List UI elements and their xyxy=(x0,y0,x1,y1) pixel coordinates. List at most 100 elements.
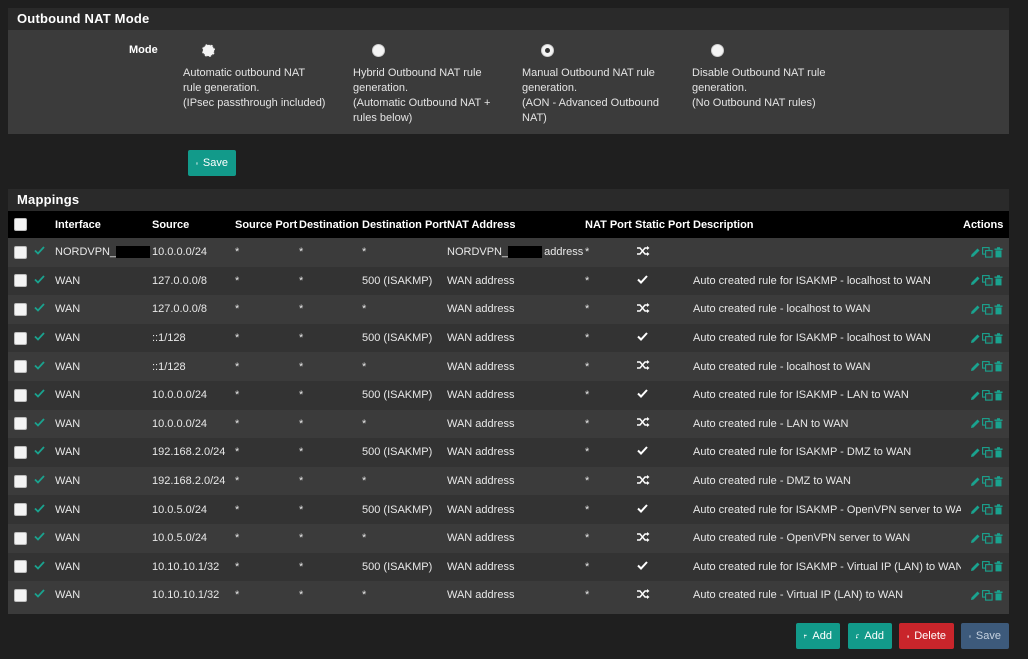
copy-icon[interactable] xyxy=(982,447,993,458)
edit-pencil-icon[interactable] xyxy=(970,361,981,372)
edit-pencil-icon[interactable] xyxy=(970,590,981,601)
edit-pencil-icon[interactable] xyxy=(970,476,981,487)
delete-trash-icon[interactable] xyxy=(994,475,1003,487)
save-button[interactable]: Save xyxy=(961,623,1009,649)
edit-pencil-icon[interactable] xyxy=(970,418,981,429)
row-checkbox[interactable] xyxy=(14,388,27,402)
col-static-port[interactable]: Static Port xyxy=(633,211,691,238)
row-checkbox[interactable] xyxy=(14,302,27,316)
edit-pencil-icon[interactable] xyxy=(970,561,981,572)
edit-pencil-icon[interactable] xyxy=(970,447,981,458)
description-cell: Auto created rule for ISAKMP - LAN to WA… xyxy=(691,381,961,410)
copy-icon[interactable] xyxy=(982,418,993,430)
edit-pencil-icon[interactable] xyxy=(970,390,981,401)
row-checkbox[interactable] xyxy=(14,274,27,288)
col-nat-port[interactable]: NAT Port xyxy=(583,211,633,238)
table-row[interactable]: WAN 10.0.5.0/24 * * * WAN address * Auto create… xyxy=(8,523,1009,553)
table-row[interactable]: WAN 10.10.10.1/32 * * * WAN address * Auto crea… xyxy=(8,581,1009,610)
delete-trash-icon[interactable] xyxy=(994,275,1003,286)
edit-pencil-icon[interactable] xyxy=(970,275,981,286)
mode-option-0[interactable]: Automatic outbound NAT rule generation. (I… xyxy=(183,44,348,111)
row-checkbox[interactable] xyxy=(14,531,27,545)
nat-port-value: * xyxy=(585,532,590,545)
mode-radio-1[interactable] xyxy=(372,44,385,57)
delete-trash-icon[interactable] xyxy=(994,304,1003,315)
col-interface[interactable]: Interface xyxy=(53,211,150,238)
row-checkbox[interactable] xyxy=(14,474,27,488)
delete-trash-icon[interactable] xyxy=(994,447,1003,458)
copy-icon[interactable] xyxy=(982,332,993,344)
destination-port-cell: 500 (ISAKMP) xyxy=(360,553,445,582)
copy-icon[interactable] xyxy=(982,532,993,544)
mode-option-text: generation. xyxy=(522,82,578,94)
edit-pencil-icon[interactable] xyxy=(970,533,981,544)
table-row[interactable]: WAN 10.0.0.0/24 * * * WAN address * Auto create… xyxy=(8,409,1009,439)
table-row[interactable]: WAN 192.168.2.0/24 * * 500 (ISAKMP) WAN addre… xyxy=(8,438,1009,467)
delete-trash-icon[interactable] xyxy=(994,332,1003,344)
table-row[interactable]: WAN::1/128 * * * WAN address * Auto created ru… xyxy=(8,352,1009,381)
table-row[interactable]: WAN 127.0.0.0/8 * * 500 (ISAKMP) WAN address *… xyxy=(8,266,1009,296)
table-row[interactable]: WAN 127.0.0.0/8 * * * WAN address * Auto create… xyxy=(8,295,1009,324)
row-checkbox[interactable] xyxy=(14,503,27,517)
table-row[interactable]: WAN 10.0.0.0/24 * * 500 (ISAKMP) WAN address *… xyxy=(8,380,1009,410)
mode-option-2[interactable]: Manual Outbound NAT rule generation. (AON … xyxy=(522,44,687,126)
delete-trash-icon[interactable] xyxy=(994,532,1003,544)
copy-icon[interactable] xyxy=(982,304,993,315)
copy-icon[interactable] xyxy=(982,589,993,601)
edit-pencil-icon[interactable] xyxy=(970,304,981,315)
delete-trash-icon[interactable] xyxy=(994,361,1003,372)
delete-trash-icon[interactable] xyxy=(994,590,1003,601)
row-select-cell xyxy=(8,410,32,439)
row-checkbox[interactable] xyxy=(14,417,27,431)
delete-trash-icon[interactable] xyxy=(994,504,1003,515)
table-row[interactable]: WAN 192.168.2.0/24 * * * WAN address * Auto cre… xyxy=(8,466,1009,496)
row-checkbox[interactable] xyxy=(14,331,27,345)
row-checkbox[interactable] xyxy=(14,560,27,574)
copy-icon[interactable] xyxy=(982,475,993,487)
copy-icon[interactable] xyxy=(982,246,993,258)
mode-save-button[interactable]: Save xyxy=(188,150,236,176)
copy-icon[interactable] xyxy=(982,389,993,401)
add-top-button[interactable]: Add xyxy=(796,623,840,649)
delete-trash-icon[interactable] xyxy=(994,418,1003,429)
edit-pencil-icon[interactable] xyxy=(970,247,981,258)
table-row[interactable]: WAN 10.0.5.0/24 * * 500 (ISAKMP) WAN address *… xyxy=(8,495,1009,524)
row-enabled-cell xyxy=(32,267,53,296)
copy-icon[interactable] xyxy=(982,561,993,572)
row-checkbox[interactable] xyxy=(14,588,27,602)
col-destination[interactable]: Destination xyxy=(297,211,360,238)
delete-trash-icon[interactable] xyxy=(994,389,1003,401)
table-row[interactable]: WAN 10.10.10.1/32 * * 500 (ISAKMP) WAN addres… xyxy=(8,552,1009,582)
table-row[interactable]: WAN::1/128 * * 500 (ISAKMP) WAN address * Auto… xyxy=(8,323,1009,353)
delete-button[interactable]: Delete xyxy=(899,623,954,649)
row-actions xyxy=(963,561,1007,572)
edit-pencil-icon[interactable] xyxy=(970,504,981,515)
col-source[interactable]: Source xyxy=(150,211,233,238)
add-bottom-button[interactable]: Add xyxy=(848,623,892,649)
mode-radio-3[interactable] xyxy=(711,44,724,57)
copy-icon[interactable] xyxy=(982,361,993,372)
delete-trash-icon[interactable] xyxy=(994,561,1003,572)
table-row[interactable]: NORDVPN_ 10.0.0.0/24 * * * NORDVPN_ address * xyxy=(8,238,1009,267)
edit-pencil-icon[interactable] xyxy=(970,333,981,344)
row-checkbox[interactable] xyxy=(14,360,27,374)
mode-option-1[interactable]: Hybrid Outbound NAT rule generation. (Auto… xyxy=(353,44,518,126)
description-value: Auto created rule for ISAKMP - Virtual I… xyxy=(693,560,961,573)
nat-port-cell: * xyxy=(583,238,633,267)
col-destination-port[interactable]: Destination Port xyxy=(360,211,447,238)
delete-trash-icon[interactable] xyxy=(994,246,1003,258)
col-source-port[interactable]: Source Port xyxy=(233,211,297,238)
select-all-checkbox[interactable] xyxy=(14,218,27,231)
mode-radio-2[interactable] xyxy=(541,44,554,57)
col-description[interactable]: Description xyxy=(691,211,961,238)
row-checkbox[interactable] xyxy=(14,245,27,259)
copy-icon[interactable] xyxy=(982,504,993,515)
destination-port-value: 500 (ISAKMP) xyxy=(362,389,433,402)
mode-option-3[interactable]: Disable Outbound NAT rule generation. (No … xyxy=(692,44,857,111)
copy-icon[interactable] xyxy=(982,275,993,287)
col-nat-address[interactable]: NAT Address xyxy=(445,211,583,238)
row-enabled-cell xyxy=(32,524,53,553)
mode-radio-0[interactable] xyxy=(202,44,215,57)
row-actions xyxy=(963,447,1007,458)
row-checkbox[interactable] xyxy=(14,445,27,459)
